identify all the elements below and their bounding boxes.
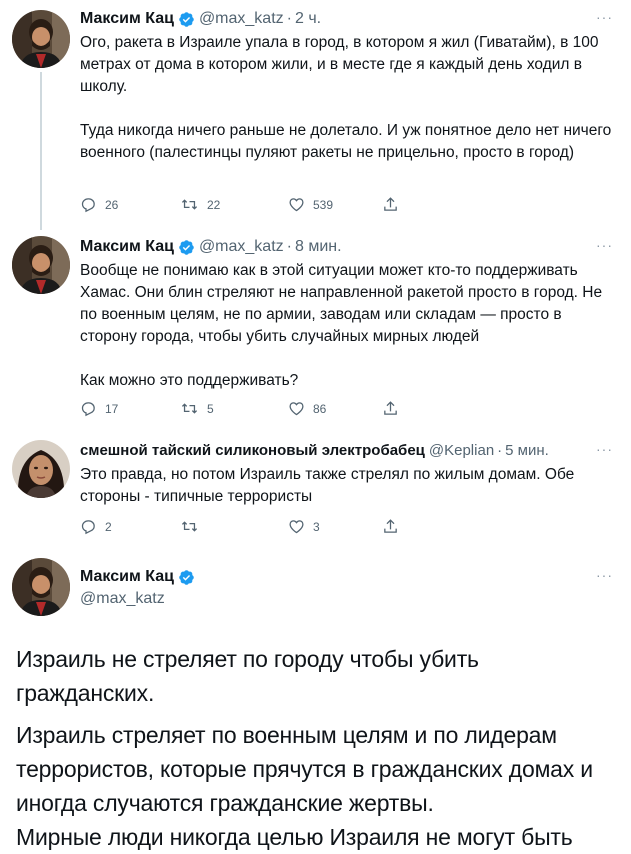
more-dots-icon[interactable]: ··· — [596, 566, 613, 584]
tweet-actions: 26 22 539 — [80, 196, 482, 213]
heart-icon — [289, 402, 304, 416]
tweet-paragraph: Израиль не стреляет по городу чтобы убит… — [16, 646, 479, 706]
verified-icon — [179, 569, 194, 585]
tweet-paragraph: Мирные люди никогда целью Израиля не мог… — [16, 824, 573, 850]
tweet-text: Ого, ракета в Израиле упала в город, в к… — [80, 32, 613, 164]
tweet-header: Максим Кац @max_katz · 2 ч. — [80, 8, 613, 30]
heart-icon — [289, 520, 304, 534]
tweet-time[interactable]: 8 мин. — [295, 236, 342, 258]
author-name[interactable]: смешной тайский силиконовый электробабец — [80, 440, 425, 462]
tweet-paragraph: Вообще не понимаю как в этой ситуации мо… — [80, 262, 603, 345]
share-icon — [384, 197, 397, 211]
tweet-actions: 17 5 86 — [80, 400, 482, 417]
tweet-text: Это правда, но потом Израиль также стрел… — [80, 464, 613, 508]
separator-dot: · — [497, 442, 503, 459]
tweet-time[interactable]: 5 мин. — [505, 440, 549, 462]
like-button[interactable]: 86 — [288, 400, 388, 417]
like-button[interactable]: 3 — [288, 518, 388, 535]
share-icon — [384, 519, 397, 533]
author-handle[interactable]: @max_katz — [80, 590, 613, 608]
tweet-paragraph: Как можно это поддерживать? — [80, 372, 299, 389]
share-icon — [384, 401, 397, 415]
reply-button[interactable]: 17 — [80, 400, 180, 417]
reply-count: 17 — [105, 401, 119, 416]
like-button[interactable]: 539 — [288, 196, 388, 213]
reply-button[interactable]: 2 — [80, 518, 180, 535]
author-name[interactable]: Максим Кац — [80, 8, 174, 30]
reply-count: 26 — [105, 197, 119, 212]
retweet-count: 5 — [207, 401, 214, 416]
tweet-paragraph: Ого, ракета в Израиле упала в город, в к… — [80, 34, 599, 95]
tweet-header: смешной тайский силиконовый электробабец… — [80, 440, 613, 462]
share-button[interactable] — [382, 400, 482, 417]
tweet-header: Максим Кац — [80, 566, 613, 588]
retweet-icon — [181, 521, 198, 532]
tweet-2[interactable]: Максим Кац @max_katz · 8 мин. ··· Вообще… — [0, 226, 631, 426]
more-dots-icon[interactable]: ··· — [596, 440, 613, 458]
retweet-count: 22 — [207, 197, 221, 212]
tweet-time[interactable]: 2 ч. — [295, 8, 321, 30]
thread-line — [40, 72, 42, 230]
tweet-text: Вообще не понимаю как в этой ситуации мо… — [80, 260, 613, 392]
reply-icon — [81, 520, 95, 535]
retweet-icon — [181, 403, 198, 414]
verified-icon — [179, 11, 194, 27]
avatar[interactable] — [12, 440, 70, 498]
tweet-header: Максим Кац @max_katz · 8 мин. — [80, 236, 613, 258]
reply-icon — [81, 198, 95, 213]
tweet-paragraph: Израиль стреляет по военным целям и по л… — [16, 722, 593, 816]
like-count: 86 — [313, 401, 327, 416]
author-name[interactable]: Максим Кац — [80, 236, 174, 258]
avatar[interactable] — [12, 236, 70, 294]
share-button[interactable] — [382, 196, 482, 213]
more-dots-icon[interactable]: ··· — [596, 8, 613, 26]
main-tweet-text: Израиль не стреляет по городу чтобы убит… — [16, 642, 619, 854]
reply-icon — [81, 402, 95, 417]
tweet-1[interactable]: Максим Кац @max_katz · 2 ч. ··· Ого, рак… — [0, 0, 631, 230]
author-handle[interactable]: @max_katz — [199, 236, 284, 258]
retweet-icon — [181, 199, 198, 210]
tweet-3[interactable]: смешной тайский силиконовый электробабец… — [0, 430, 631, 548]
share-button[interactable] — [382, 518, 482, 535]
heart-icon — [289, 198, 304, 212]
more-dots-icon[interactable]: ··· — [596, 236, 613, 254]
reply-count: 2 — [105, 519, 112, 534]
separator-dot: · — [286, 238, 292, 255]
verified-icon — [179, 239, 194, 255]
author-handle[interactable]: @Keplian — [429, 440, 494, 462]
tweet-actions: 2 3 — [80, 518, 482, 535]
author-handle[interactable]: @max_katz — [199, 8, 284, 30]
retweet-button[interactable] — [180, 518, 280, 535]
retweet-button[interactable]: 5 — [180, 400, 280, 417]
tweet-paragraph: Туда никогда ничего раньше не долетало. … — [80, 122, 612, 161]
main-tweet[interactable]: Максим Кац @max_katz ··· Израиль не стре… — [0, 556, 631, 850]
author-name[interactable]: Максим Кац — [80, 566, 174, 588]
separator-dot: · — [286, 10, 292, 27]
tweet-paragraph: Это правда, но потом Израиль также стрел… — [80, 466, 575, 505]
avatar[interactable] — [12, 558, 70, 616]
avatar[interactable] — [12, 10, 70, 68]
reply-button[interactable]: 26 — [80, 196, 180, 213]
like-count: 539 — [313, 197, 334, 212]
retweet-button[interactable]: 22 — [180, 196, 280, 213]
like-count: 3 — [313, 519, 320, 534]
